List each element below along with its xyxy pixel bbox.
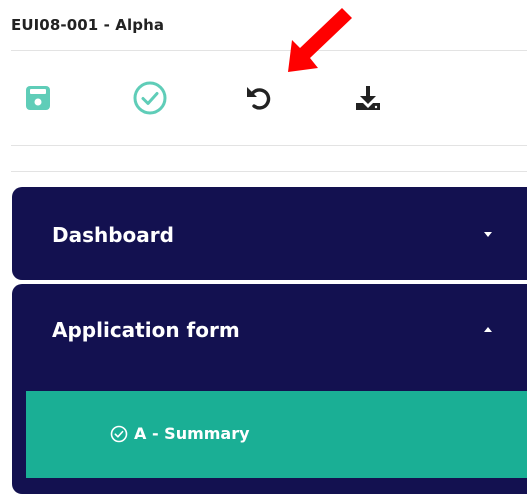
app-title: EUI08-001 - Alpha <box>11 16 165 34</box>
circle-check-icon <box>133 81 167 115</box>
header-divider <box>11 50 527 51</box>
toolbar-divider <box>11 145 527 146</box>
red-arrow-icon <box>288 8 352 72</box>
section-divider <box>11 171 527 172</box>
subnav-item-a-summary[interactable]: A - Summary <box>26 391 527 478</box>
nav-section-label: Dashboard <box>52 223 174 247</box>
save-button[interactable] <box>16 76 60 120</box>
subnav-item-label: A - Summary <box>134 424 250 443</box>
check-button[interactable] <box>128 76 172 120</box>
nav-section-application-form[interactable]: Application form A - Summary <box>12 284 527 494</box>
chevron-up-icon <box>484 327 492 332</box>
circle-check-icon <box>110 425 128 442</box>
nav-section-label: Application form <box>52 318 240 342</box>
nav-section-dashboard[interactable]: Dashboard <box>12 187 527 280</box>
export-button[interactable] <box>346 76 390 120</box>
reset-button[interactable] <box>236 76 280 120</box>
undo-icon <box>247 87 271 110</box>
chevron-down-icon <box>484 232 492 237</box>
download-icon <box>356 86 380 110</box>
floppy-disk-icon <box>26 86 50 110</box>
